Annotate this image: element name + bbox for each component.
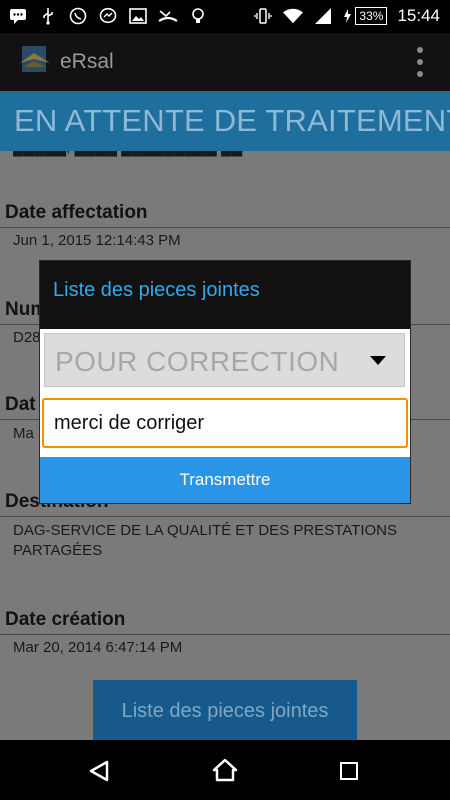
battery-percent: 33% [355,7,388,25]
field-label-date-affectation: Date affectation [5,202,148,223]
status-bar: 33% 15:44 [0,0,450,33]
field-label-date-creation: Date création [5,609,126,630]
app-logo-icon [18,43,52,77]
lightbulb-icon [188,6,208,26]
divider [0,227,450,228]
field-label-date: Dat [5,394,36,415]
field-value-date-affectation: Jun 1, 2015 12:14:43 PM [13,232,181,249]
divider [0,516,450,517]
chat-icon [8,6,28,26]
comment-input[interactable] [42,398,408,448]
signal-icon [313,6,333,26]
wifi-icon [283,6,304,26]
battery-icon [344,9,352,23]
dropdown-selected-value: POUR CORRECTION [55,346,340,377]
notification-icons [8,6,208,26]
attachments-dialog: Liste des pieces jointes POUR CORRECTION… [40,261,410,503]
app-bar: eRsal [0,33,450,91]
missed-call-icon [158,6,178,26]
status-banner: EN ATTENTE DE TRAITEMENT [0,91,450,151]
app-title: eRsal [60,50,114,73]
battery-indicator: 33% [343,7,388,25]
dialog-title: Liste des pieces jointes [53,279,260,301]
field-value-destination: DAG-SERVICE DE LA QUALITÉ ET DES PRESTAT… [13,522,397,559]
dropdown-arrow-icon [370,356,386,365]
divider [0,634,450,635]
status-banner-title: EN ATTENTE DE TRAITEMENT [14,103,450,138]
dialog-header: Liste des pieces jointes [40,261,410,329]
usb-icon [38,6,58,26]
transmit-button[interactable]: Transmettre [40,457,410,503]
attachments-list-button[interactable]: Liste des pieces jointes [93,680,357,740]
clipped-field-value: █████, ████ █████████ ██ [13,151,242,156]
home-icon[interactable] [212,758,238,787]
navigation-bar [0,740,450,800]
recent-apps-icon[interactable] [340,762,358,780]
field-value-numero-ordre: D28 [13,329,41,346]
whatsapp-icon [68,6,88,26]
field-value-date: Ma [13,425,34,442]
overflow-menu-icon[interactable] [416,47,424,77]
action-dropdown[interactable]: POUR CORRECTION [44,333,405,387]
back-icon[interactable] [88,760,110,787]
system-icons: 33% 15:44 [253,6,440,26]
clock: 15:44 [397,6,440,25]
image-icon [128,6,148,26]
vibrate-icon [253,6,273,26]
messenger-icon [98,6,118,26]
field-value-date-creation: Mar 20, 2014 6:47:14 PM [13,639,183,656]
